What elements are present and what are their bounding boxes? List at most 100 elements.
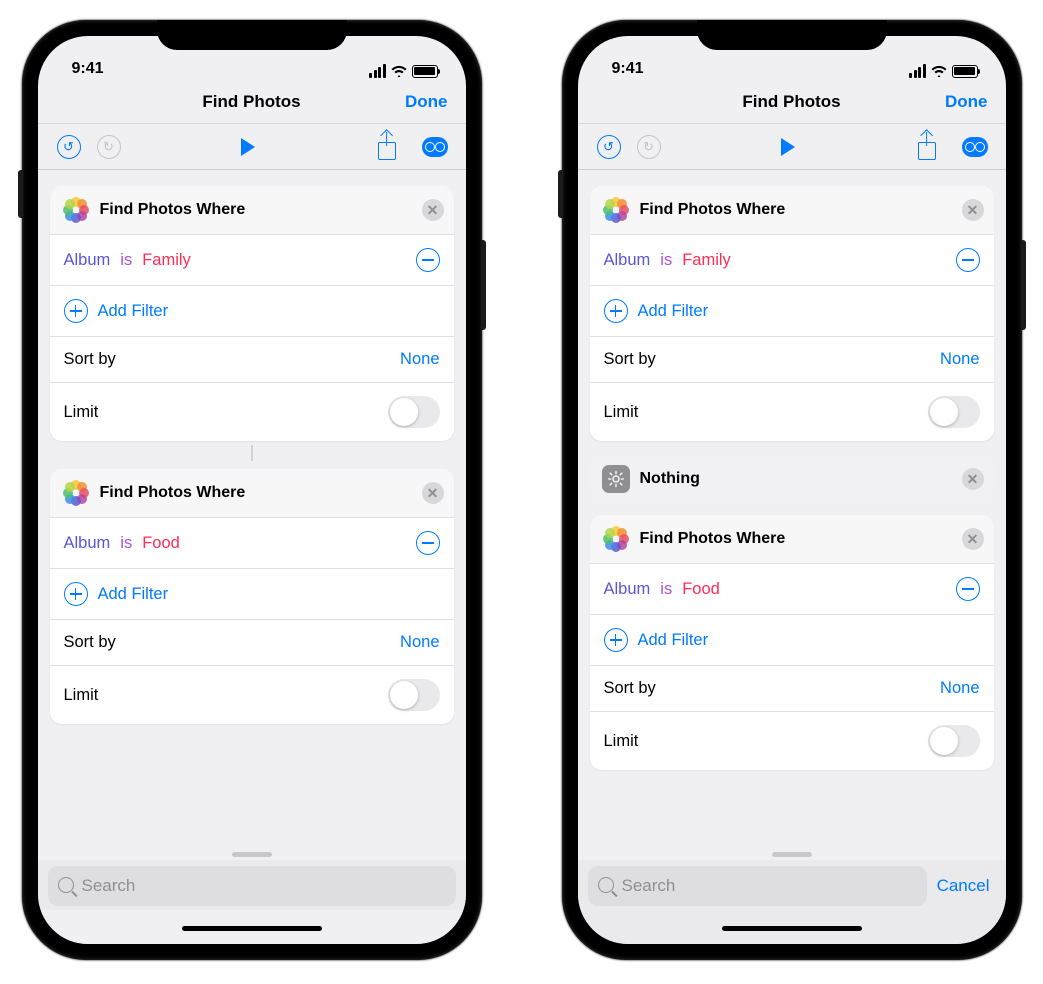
filter-field[interactable]: Album xyxy=(604,251,651,270)
sort-by-row[interactable]: Sort by None xyxy=(50,336,454,382)
sort-value[interactable]: None xyxy=(940,679,979,698)
filter-row[interactable]: Album is Food xyxy=(50,517,454,568)
cellular-signal-icon xyxy=(369,64,386,78)
settings-button[interactable] xyxy=(422,134,448,160)
filter-operator[interactable]: is xyxy=(120,251,132,270)
sort-by-row[interactable]: Sort by None xyxy=(590,665,994,711)
play-button[interactable] xyxy=(775,134,801,160)
limit-toggle[interactable] xyxy=(928,396,980,428)
filter-row[interactable]: Album is Food xyxy=(590,563,994,614)
nav-bar: Find Photos Done xyxy=(578,80,1006,124)
redo-button: ↻ xyxy=(636,134,662,160)
remove-action-button[interactable]: ✕ xyxy=(422,199,444,221)
remove-filter-button[interactable] xyxy=(416,248,440,272)
find-photos-action-family[interactable]: Find Photos Where ✕ Album is Family Add … xyxy=(590,186,994,441)
search-cancel-button[interactable]: Cancel xyxy=(937,876,996,896)
search-input[interactable]: Search xyxy=(588,866,927,906)
filter-field[interactable]: Album xyxy=(604,580,651,599)
filter-row[interactable]: Album is Family xyxy=(590,234,994,285)
search-icon xyxy=(58,877,74,893)
remove-action-button[interactable]: ✕ xyxy=(962,528,984,550)
share-button[interactable] xyxy=(374,134,400,160)
limit-toggle[interactable] xyxy=(388,679,440,711)
share-icon xyxy=(917,134,937,160)
sort-by-row[interactable]: Sort by None xyxy=(590,336,994,382)
undo-button[interactable]: ↺ xyxy=(596,134,622,160)
redo-button: ↻ xyxy=(96,134,122,160)
limit-row: Limit xyxy=(590,711,994,770)
remove-filter-button[interactable] xyxy=(956,248,980,272)
sort-value[interactable]: None xyxy=(400,350,439,369)
remove-action-button[interactable]: ✕ xyxy=(962,468,984,490)
add-filter-button[interactable]: Add Filter xyxy=(50,568,454,619)
home-indicator[interactable] xyxy=(38,910,466,944)
search-dock: Search Cancel xyxy=(578,860,1006,910)
notch xyxy=(157,20,347,50)
plus-icon xyxy=(604,299,628,323)
add-filter-button[interactable]: Add Filter xyxy=(50,285,454,336)
phone-right: 9:41 Find Photos Done ↺ ↻ xyxy=(562,20,1022,960)
filter-operator[interactable]: is xyxy=(660,580,672,599)
find-photos-action-family[interactable]: Find Photos Where ✕ Album is Family Add … xyxy=(50,186,454,441)
filter-value[interactable]: Family xyxy=(142,251,191,270)
share-icon xyxy=(377,134,397,160)
sort-value[interactable]: None xyxy=(940,350,979,369)
remove-action-button[interactable]: ✕ xyxy=(962,199,984,221)
sort-value[interactable]: None xyxy=(400,633,439,652)
done-button[interactable]: Done xyxy=(945,92,988,112)
play-button[interactable] xyxy=(235,134,261,160)
sort-by-row[interactable]: Sort by None xyxy=(50,619,454,665)
content-area[interactable]: Find Photos Where ✕ Album is Family Add … xyxy=(578,170,1006,860)
share-button[interactable] xyxy=(914,134,940,160)
play-icon xyxy=(241,138,255,156)
filter-value[interactable]: Family xyxy=(682,251,731,270)
settings-icon xyxy=(962,137,988,157)
add-filter-button[interactable]: Add Filter xyxy=(590,285,994,336)
done-button[interactable]: Done xyxy=(405,92,448,112)
content-area[interactable]: Find Photos Where ✕ Album is Family Add … xyxy=(38,170,466,860)
toolbar: ↺ ↻ xyxy=(38,124,466,170)
search-input[interactable]: Search xyxy=(48,866,456,906)
limit-label: Limit xyxy=(604,732,639,751)
limit-toggle[interactable] xyxy=(388,396,440,428)
find-photos-action-food[interactable]: Find Photos Where ✕ Album is Food Add Fi… xyxy=(590,515,994,770)
filter-value[interactable]: Food xyxy=(682,580,720,599)
action-connector xyxy=(251,445,253,461)
nothing-title: Nothing xyxy=(640,470,700,488)
sort-label: Sort by xyxy=(604,350,656,369)
settings-button[interactable] xyxy=(962,134,988,160)
action-title: Find Photos Where xyxy=(100,201,246,219)
home-indicator[interactable] xyxy=(578,910,1006,944)
remove-filter-button[interactable] xyxy=(416,531,440,555)
wifi-icon xyxy=(931,65,947,77)
sort-label: Sort by xyxy=(64,633,116,652)
nothing-action[interactable]: Nothing ✕ xyxy=(590,455,994,503)
undo-button[interactable]: ↺ xyxy=(56,134,82,160)
filter-row[interactable]: Album is Family xyxy=(50,234,454,285)
find-photos-action-food[interactable]: Find Photos Where ✕ Album is Food Add Fi… xyxy=(50,469,454,724)
plus-icon xyxy=(604,628,628,652)
remove-action-button[interactable]: ✕ xyxy=(422,482,444,504)
sort-label: Sort by xyxy=(64,350,116,369)
plus-icon xyxy=(64,582,88,606)
add-filter-button[interactable]: Add Filter xyxy=(590,614,994,665)
limit-row: Limit xyxy=(50,665,454,724)
play-icon xyxy=(781,138,795,156)
filter-operator[interactable]: is xyxy=(660,251,672,270)
search-icon xyxy=(598,877,614,893)
filter-field[interactable]: Album xyxy=(64,251,111,270)
notch xyxy=(697,20,887,50)
screen: 9:41 Find Photos Done ↺ ↻ xyxy=(578,36,1006,944)
screen: 9:41 Find Photos Done ↺ ↻ xyxy=(38,36,466,944)
filter-field[interactable]: Album xyxy=(64,534,111,553)
battery-icon xyxy=(952,65,978,78)
limit-label: Limit xyxy=(604,403,639,422)
limit-label: Limit xyxy=(64,686,99,705)
remove-filter-button[interactable] xyxy=(956,577,980,601)
action-title: Find Photos Where xyxy=(640,530,786,548)
limit-toggle[interactable] xyxy=(928,725,980,757)
filter-value[interactable]: Food xyxy=(142,534,180,553)
filter-operator[interactable]: is xyxy=(120,534,132,553)
status-time: 9:41 xyxy=(612,60,644,78)
battery-icon xyxy=(412,65,438,78)
